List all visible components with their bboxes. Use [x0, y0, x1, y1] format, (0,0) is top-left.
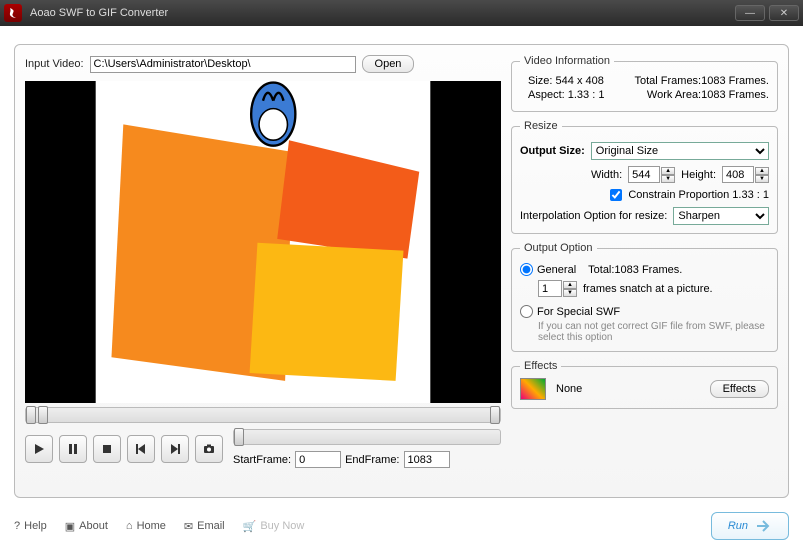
interp-select[interactable]: Sharpen [673, 207, 769, 225]
next-frame-button[interactable] [161, 435, 189, 463]
interp-label: Interpolation Option for resize: [520, 210, 667, 222]
work-value: 1083 Frames. [701, 89, 769, 101]
width-label: Width: [591, 169, 622, 181]
timeline-slider[interactable] [25, 407, 501, 423]
start-frame-label: StartFrame: [233, 454, 291, 466]
footer: ?Help ▣About ⌂Home ✉Email 🛒Buy Now Run [0, 504, 803, 548]
play-button[interactable] [25, 435, 53, 463]
resize-legend: Resize [520, 120, 562, 132]
resize-group: Resize Output Size: Original Size Width:… [511, 120, 778, 234]
output-legend: Output Option [520, 242, 597, 254]
width-down[interactable]: ▼ [661, 175, 675, 183]
special-label: For Special SWF [537, 306, 620, 318]
titlebar: Aoao SWF to GIF Converter — ✕ [0, 0, 803, 26]
height-down[interactable]: ▼ [755, 175, 769, 183]
constrain-checkbox[interactable] [610, 189, 622, 201]
progress-thumb[interactable] [234, 428, 244, 446]
height-field[interactable] [722, 166, 754, 183]
video-info-legend: Video Information [520, 55, 614, 67]
total-frames-label: Total:1083 Frames. [588, 264, 682, 276]
size-value: 544 x 408 [556, 75, 604, 87]
close-button[interactable]: ✕ [769, 5, 799, 21]
help-link[interactable]: ?Help [14, 520, 47, 532]
effect-thumbnail-icon [520, 378, 546, 400]
snatch-label: frames snatch at a picture. [583, 283, 713, 295]
main-panel: Input Video: Open [14, 44, 789, 498]
output-size-label: Output Size: [520, 145, 585, 157]
snatch-up[interactable]: ▲ [563, 281, 577, 289]
effects-button[interactable]: Effects [710, 380, 769, 398]
info-icon: ▣ [65, 520, 75, 533]
aspect-label: Aspect: [528, 89, 565, 101]
special-hint: If you can not get correct GIF file from… [538, 321, 769, 343]
snatch-field[interactable] [538, 280, 562, 297]
input-video-field[interactable] [90, 56, 356, 73]
end-frame-field[interactable] [404, 451, 450, 468]
buy-link[interactable]: 🛒Buy Now [243, 520, 305, 533]
input-video-label: Input Video: [25, 58, 84, 70]
frames-label: Total Frames: [634, 75, 701, 87]
work-label: Work Area: [647, 89, 701, 101]
constrain-label: Constrain Proportion 1.33 : 1 [628, 189, 769, 201]
home-icon: ⌂ [126, 520, 133, 532]
snatch-down[interactable]: ▼ [563, 289, 577, 297]
snapshot-button[interactable] [195, 435, 223, 463]
start-frame-field[interactable] [295, 451, 341, 468]
height-label: Height: [681, 169, 716, 181]
progress-slider[interactable] [233, 429, 501, 445]
height-up[interactable]: ▲ [755, 167, 769, 175]
about-link[interactable]: ▣About [65, 520, 108, 533]
general-radio[interactable] [520, 263, 533, 276]
general-label: General [537, 264, 576, 276]
effects-legend: Effects [520, 360, 561, 372]
run-button[interactable]: Run [711, 512, 789, 540]
end-frame-label: EndFrame: [345, 454, 399, 466]
frames-value: 1083 Frames. [701, 75, 769, 87]
stop-button[interactable] [93, 435, 121, 463]
home-link[interactable]: ⌂Home [126, 520, 166, 532]
output-size-select[interactable]: Original Size [591, 142, 769, 160]
effects-group: Effects None Effects [511, 360, 778, 409]
effect-value: None [556, 383, 582, 395]
slider-thumb-start[interactable] [26, 406, 36, 424]
width-field[interactable] [628, 166, 660, 183]
minimize-button[interactable]: — [735, 5, 765, 21]
size-label: Size: [528, 75, 552, 87]
video-preview [25, 81, 501, 403]
aspect-value: 1.33 : 1 [568, 89, 605, 101]
slider-thumb-end[interactable] [490, 406, 500, 424]
pause-button[interactable] [59, 435, 87, 463]
slider-thumb-playhead[interactable] [38, 406, 48, 424]
window-title: Aoao SWF to GIF Converter [30, 7, 168, 19]
output-option-group: Output Option General Total:1083 Frames.… [511, 242, 778, 352]
cart-icon: 🛒 [243, 520, 257, 533]
app-logo-icon [4, 4, 22, 22]
special-radio[interactable] [520, 305, 533, 318]
prev-frame-button[interactable] [127, 435, 155, 463]
video-info-group: Video Information Size: 544 x 408 Total … [511, 55, 778, 112]
mail-icon: ✉ [184, 520, 193, 533]
help-icon: ? [14, 520, 20, 532]
email-link[interactable]: ✉Email [184, 520, 225, 533]
open-button[interactable]: Open [362, 55, 415, 73]
width-up[interactable]: ▲ [661, 167, 675, 175]
